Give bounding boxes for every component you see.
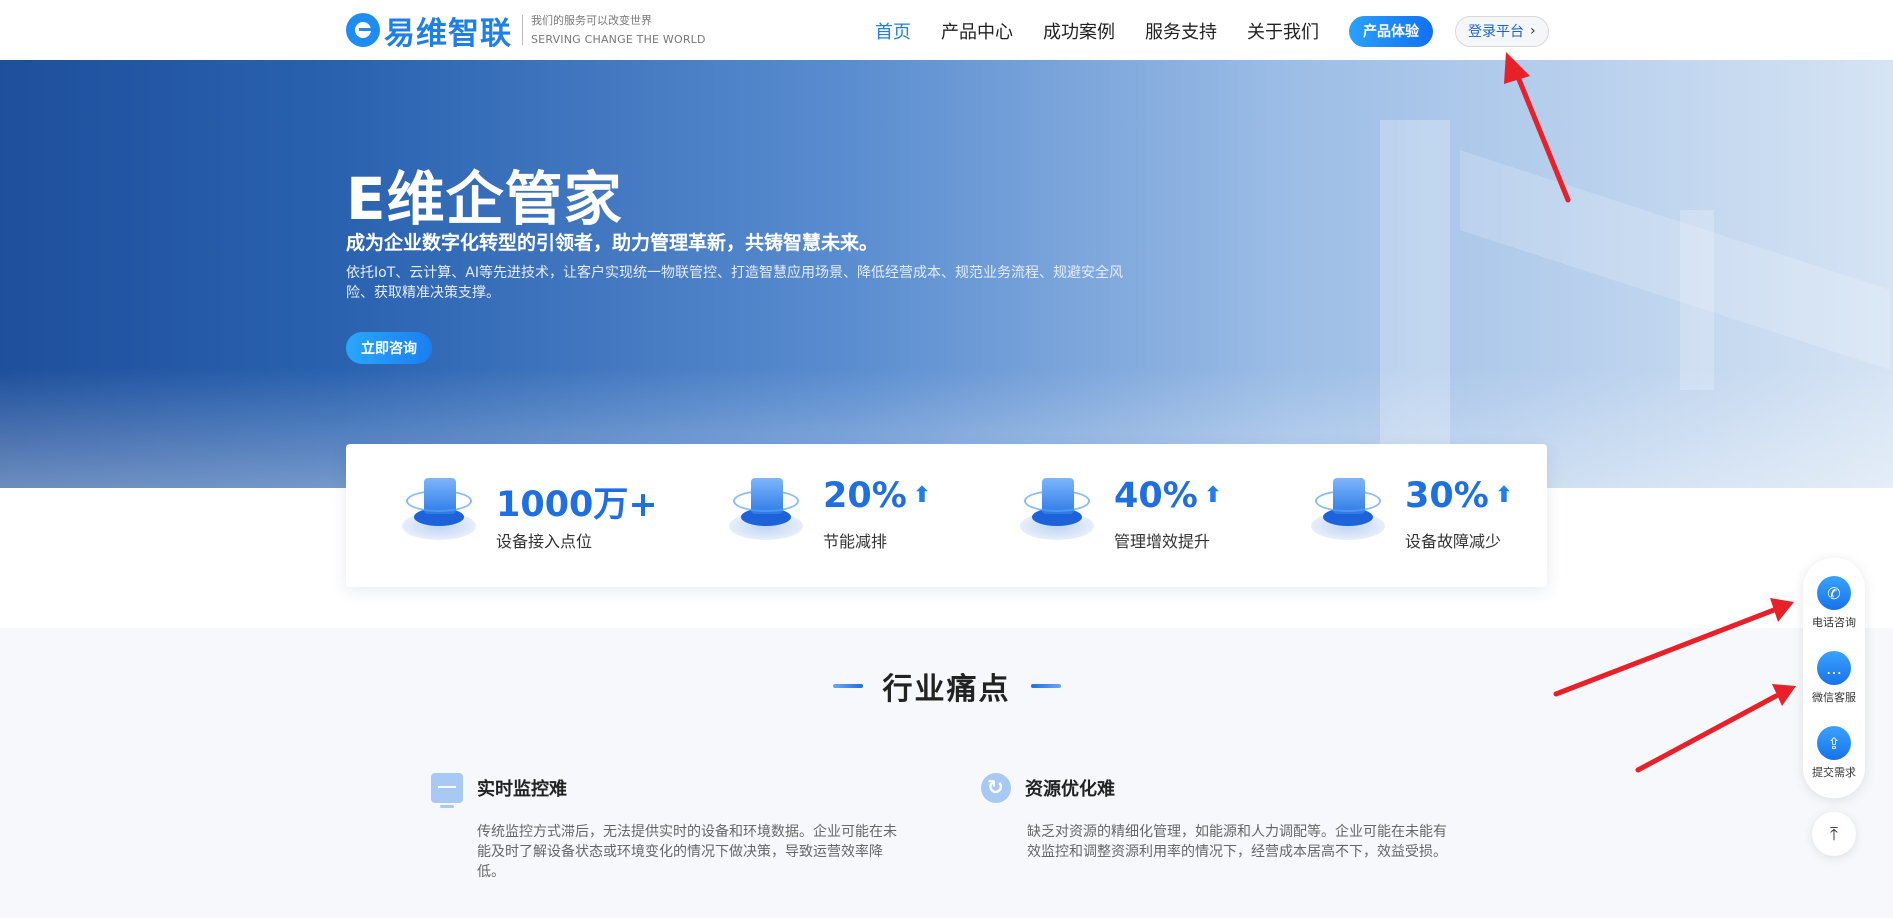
phone-consult-button[interactable]: ✆ 电话咨询 xyxy=(1803,576,1865,630)
hero-banner: E维企管家 成为企业数字化转型的引领者，助力管理革新，共铸智慧未来。 依托IoT… xyxy=(0,60,1893,488)
nav-support[interactable]: 服务支持 xyxy=(1145,18,1217,44)
floating-contact-panel: ✆ 电话咨询 … 微信客服 ⇪ 提交需求 xyxy=(1803,558,1865,798)
stats-card: 1000万+ 设备接入点位 20% ⬆ 节能减排 40% ⬆ 管理增效提升 30% ⬆… xyxy=(346,444,1547,587)
wechat-service-button[interactable]: … 微信客服 xyxy=(1803,651,1865,705)
side-item-label: 提交需求 xyxy=(1812,766,1856,779)
pain-title: 实时监控难 xyxy=(477,779,567,800)
side-item-label: 电话咨询 xyxy=(1812,616,1856,629)
pain-header: 实时监控难 xyxy=(431,772,901,808)
chevron-right-icon: › xyxy=(1530,23,1536,39)
pain-description: 传统监控方式滞后，无法提供实时的设备和环境数据。企业可能在未能及时了解设备状态或… xyxy=(477,824,897,880)
title-decoration-right xyxy=(1030,684,1061,688)
nav-products[interactable]: 产品中心 xyxy=(941,18,1013,44)
side-item-label: 微信客服 xyxy=(1812,691,1856,704)
site-header: 易维智联 我们的服务可以改变世界 SERVING CHANGE THE WORL… xyxy=(0,0,1893,60)
arrow-up-icon: ⬆ xyxy=(1203,483,1223,508)
nav-about[interactable]: 关于我们 xyxy=(1247,18,1319,44)
stat-label: 节能减排 xyxy=(823,532,888,551)
logo-icon xyxy=(346,13,380,47)
stat-label: 管理增效提升 xyxy=(1114,532,1211,551)
stat-label: 设备故障减少 xyxy=(1405,532,1502,551)
login-platform-button[interactable]: 登录平台 › xyxy=(1455,15,1549,47)
stat-value: 1000万+ xyxy=(496,476,658,527)
stat-value: 40% ⬆ xyxy=(1114,476,1222,516)
back-to-top-icon[interactable]: ⤒ xyxy=(1812,812,1856,856)
pain-description: 缺乏对资源的精细化管理，如能源和人力调配等。企业可能在未能有效监控和调整资源利用… xyxy=(1027,824,1447,860)
nav-home[interactable]: 首页 xyxy=(875,18,911,44)
main-nav: 首页 产品中心 成功案例 服务支持 关于我们 产品体验 登录平台 › xyxy=(860,14,1549,48)
stat-label: 设备接入点位 xyxy=(496,532,593,551)
logo-name: 易维智联 xyxy=(384,15,512,52)
submit-icon: ⇪ xyxy=(1817,726,1851,760)
logo-divider xyxy=(522,15,523,45)
stat-value-text: 30% xyxy=(1405,476,1489,516)
logo[interactable]: 易维智联 我们的服务可以改变世界 SERVING CHANGE THE WORL… xyxy=(346,8,706,52)
monitor-icon xyxy=(431,773,463,808)
consult-now-button[interactable]: 立即咨询 xyxy=(346,332,432,364)
product-trial-button[interactable]: 产品体验 xyxy=(1349,15,1433,47)
arrow-up-icon: ⬆ xyxy=(912,483,932,508)
pain-item: 资源优化难 缺乏对资源的精细化管理，如能源和人力调配等。企业可能在未能有效监控和… xyxy=(981,772,1451,862)
energy-saving-icon xyxy=(723,472,807,546)
stat-value-text: 20% xyxy=(823,476,907,516)
title-decoration-left xyxy=(832,684,863,688)
hero-subtitle: 成为企业数字化转型的引领者，助力管理革新，共铸智慧未来。 xyxy=(346,232,879,254)
logo-slogan: 我们的服务可以改变世界 SERVING CHANGE THE WORLD xyxy=(531,11,706,49)
pain-item: 实时监控难 传统监控方式滞后，无法提供实时的设备和环境数据。企业可能在未能及时了… xyxy=(431,772,901,882)
annotation-arrowhead-phone xyxy=(1770,598,1794,622)
hero-description: 依托IoT、云计算、AI等先进技术，让客户实现统一物联管控、打造智慧应用场景、降… xyxy=(346,265,1123,301)
stat-value: 30% ⬆ xyxy=(1405,476,1513,516)
pain-title: 资源优化难 xyxy=(1025,779,1115,800)
refresh-icon xyxy=(981,773,1011,803)
stat-value-text: 40% xyxy=(1114,476,1198,516)
hero-title: E维企管家 xyxy=(346,165,623,233)
hero-escalator xyxy=(1460,150,1890,370)
section-title-row: 行业痛点 xyxy=(0,664,1893,708)
section-title: 行业痛点 xyxy=(882,672,1011,707)
chat-icon: … xyxy=(1817,651,1851,685)
device-access-icon xyxy=(396,472,480,546)
stat-value: 20% ⬆ xyxy=(823,476,931,516)
arrow-up-icon: ⬆ xyxy=(1494,483,1514,508)
pain-header: 资源优化难 xyxy=(981,772,1451,804)
submit-request-button[interactable]: ⇪ 提交需求 xyxy=(1803,726,1865,780)
slogan-en: SERVING CHANGE THE WORLD xyxy=(531,33,706,46)
slogan-cn: 我们的服务可以改变世界 xyxy=(531,14,652,27)
industry-pain-section: 行业痛点 实时监控难 传统监控方式滞后，无法提供实时的设备和环境数据。企业可能在… xyxy=(0,628,1893,918)
nav-cases[interactable]: 成功案例 xyxy=(1043,18,1115,44)
fault-reduction-icon xyxy=(1305,472,1389,546)
management-icon xyxy=(1014,472,1098,546)
stat-value-text: 1000万+ xyxy=(496,485,658,525)
login-platform-label: 登录平台 xyxy=(1468,24,1524,40)
phone-icon: ✆ xyxy=(1817,576,1851,610)
